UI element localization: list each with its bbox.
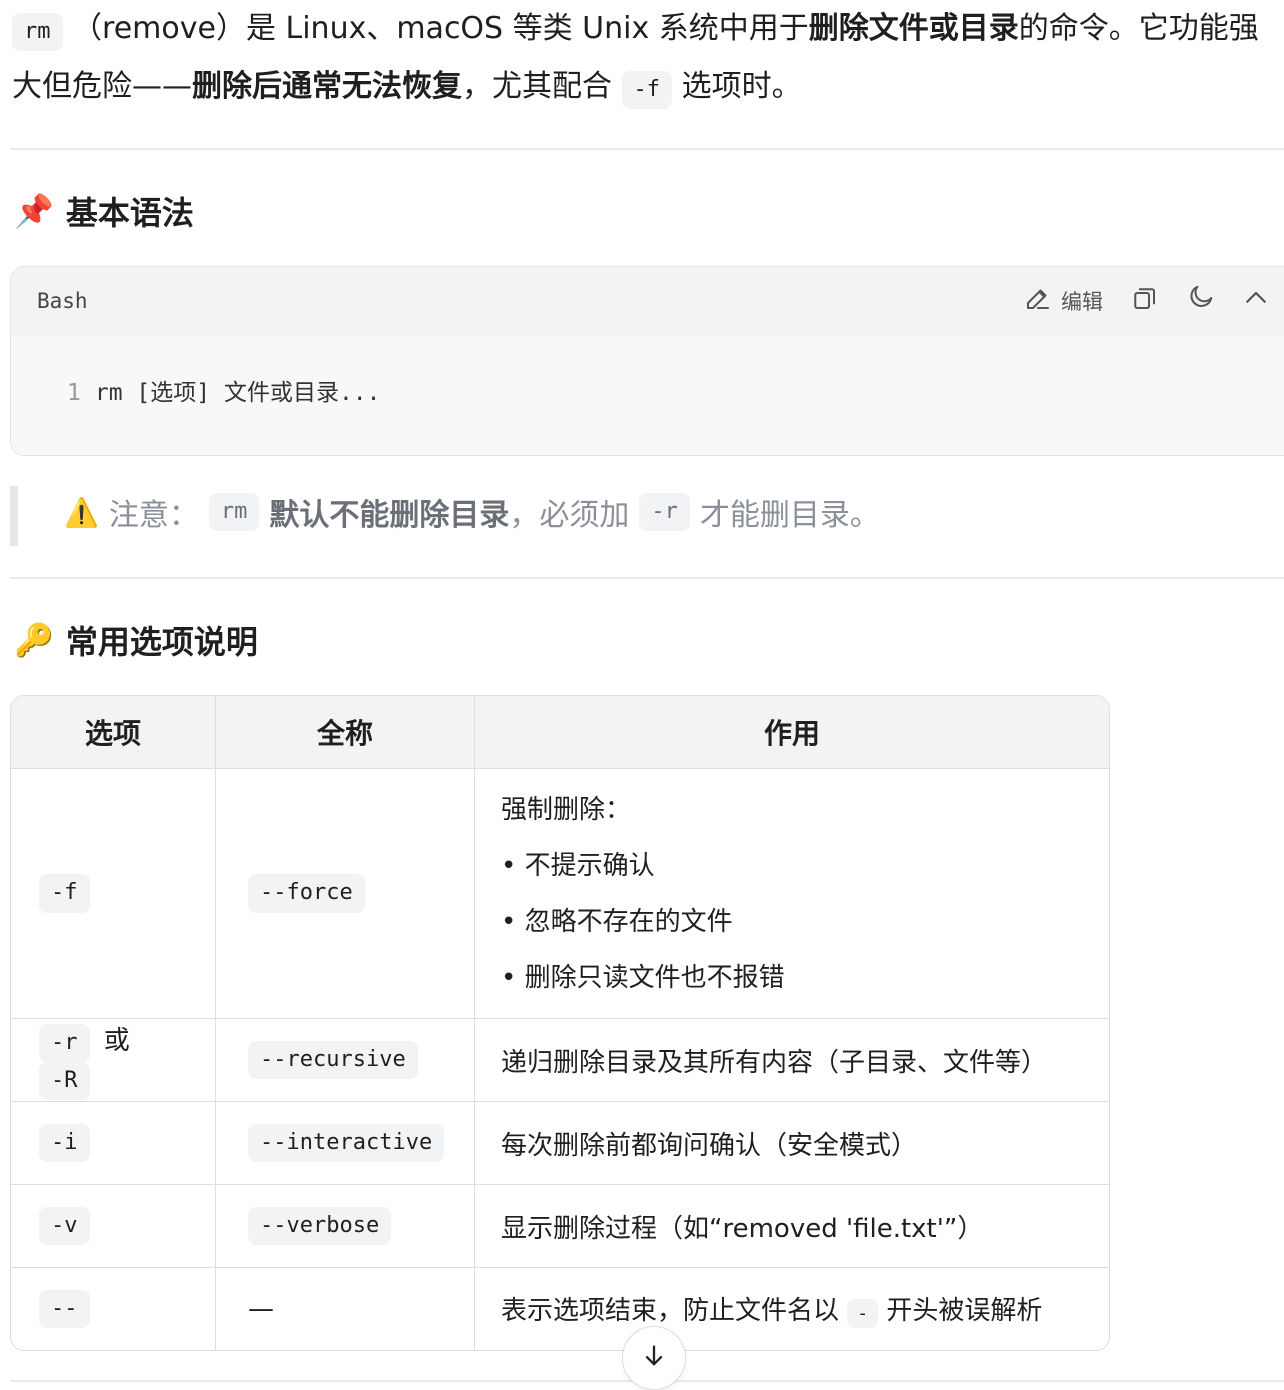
section-heading-syntax: 📌 基本语法 bbox=[14, 192, 194, 232]
table-row: -i --interactive 每次删除前都询问确认（安全模式） bbox=[11, 1101, 1109, 1184]
table-row: -v --verbose 显示删除过程（如“removed 'file.txt'… bbox=[11, 1184, 1109, 1267]
edit-button[interactable]: 编辑 bbox=[1023, 283, 1103, 318]
option-fullname: — bbox=[248, 1294, 274, 1324]
option-code: -f bbox=[39, 874, 90, 913]
section-heading-options: 🔑 常用选项说明 bbox=[14, 621, 258, 661]
table-row: -f --force 强制删除： • 不提示确认 • 忽略不存在的文件 • 删除… bbox=[11, 768, 1109, 1018]
option-fullname: --interactive bbox=[248, 1123, 445, 1163]
moon-icon bbox=[1185, 283, 1215, 318]
options-table: 选项 全称 作用 -f --force 强制删除： • 不提示确认 • 忽略不存… bbox=[10, 695, 1110, 1351]
chevron-up-icon bbox=[1241, 283, 1271, 318]
copy-button[interactable] bbox=[1129, 283, 1159, 318]
option-code: -R bbox=[39, 1062, 90, 1101]
option-code: -v bbox=[39, 1206, 90, 1246]
option-description: 递归删除目录及其所有内容（子目录、文件等） bbox=[475, 1018, 1109, 1101]
column-header: 全称 bbox=[216, 696, 475, 768]
option-description: 表示选项结束，防止文件名以 - 开头被误解析 bbox=[475, 1267, 1109, 1350]
intro-line-2: 大但危险——删除后通常无法恢复，尤其配合 -f 选项时。 bbox=[12, 58, 802, 116]
intro-line-1: rm （remove）是 Linux、macOS 等类 Unix 系统中用于删除… bbox=[12, 0, 1259, 58]
option-fullname: --verbose bbox=[248, 1206, 392, 1246]
warning-note: ⚠️ 注意： rm 默认不能删除目录，必须加 -r 才能删目录。 bbox=[10, 486, 1218, 546]
option-description: 强制删除： • 不提示确认 • 忽略不存在的文件 • 删除只读文件也不报错 bbox=[475, 768, 1109, 1018]
option-code: -- bbox=[39, 1289, 90, 1329]
divider bbox=[10, 577, 1284, 579]
code-language-label: Bash bbox=[37, 289, 88, 313]
arrow-down-icon bbox=[640, 1342, 668, 1374]
pushpin-icon: 📌 bbox=[14, 192, 54, 230]
option-code: -r bbox=[39, 1023, 90, 1062]
column-header: 作用 bbox=[475, 696, 1109, 768]
column-header: 选项 bbox=[11, 696, 216, 768]
table-row: -r 或 -R --recursive 递归删除目录及其所有内容（子目录、文件等… bbox=[11, 1018, 1109, 1101]
collapse-button[interactable] bbox=[1241, 283, 1271, 318]
option-code: -i bbox=[39, 1123, 90, 1163]
table-header-row: 选项 全称 作用 bbox=[11, 696, 1109, 768]
inline-code: rm bbox=[208, 492, 260, 532]
line-number: 1 bbox=[67, 380, 81, 406]
key-icon: 🔑 bbox=[14, 621, 54, 659]
option-description: 每次删除前都询问确认（安全模式） bbox=[475, 1101, 1109, 1184]
scroll-to-bottom-button[interactable] bbox=[622, 1326, 686, 1390]
inline-code: -r bbox=[639, 492, 690, 532]
code-block-header: Bash 编辑 bbox=[11, 267, 1284, 337]
inline-code: - bbox=[847, 1298, 879, 1329]
option-description: 显示删除过程（如“removed 'file.txt'”） bbox=[475, 1184, 1109, 1267]
option-fullname: --force bbox=[248, 874, 365, 913]
inline-code: rm bbox=[12, 13, 63, 52]
warning-icon: ⚠️ bbox=[64, 495, 99, 529]
inline-code: -f bbox=[621, 71, 673, 110]
table-row: -- — 表示选项结束，防止文件名以 - 开头被误解析 bbox=[11, 1267, 1109, 1350]
option-fullname: --recursive bbox=[248, 1040, 418, 1080]
pencil-icon bbox=[1023, 283, 1053, 318]
code-line: rm [选项] 文件或目录... bbox=[94, 380, 381, 406]
divider bbox=[10, 148, 1284, 150]
theme-toggle-button[interactable] bbox=[1185, 283, 1215, 318]
code-toolbar: 编辑 bbox=[1023, 283, 1271, 318]
code-block-body: 1 rm [选项] 文件或目录... bbox=[11, 337, 1284, 407]
code-block: Bash 编辑 1 rm [选项] 文件或目录... bbox=[10, 266, 1284, 456]
copy-icon bbox=[1129, 283, 1159, 318]
